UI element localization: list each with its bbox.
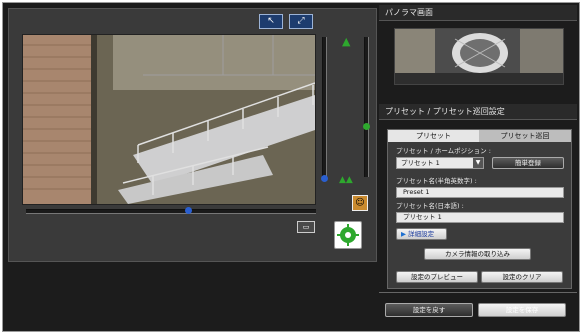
footer-divider [379, 292, 577, 293]
center-home-button[interactable] [334, 221, 362, 249]
preset-section-title: プリセット / プリセット巡回設定 [385, 107, 505, 116]
camera-image [23, 35, 315, 204]
zoom-out-icon[interactable]: ▲▲ [339, 175, 353, 185]
pan-slider[interactable] [26, 209, 316, 214]
quick-register-label: 簡単登録 [515, 159, 541, 167]
advanced-settings-button[interactable]: ▶ 詳細設定 [396, 228, 447, 240]
pointer-mode-button[interactable]: ↖ [259, 14, 283, 29]
zoom-slider-knob[interactable] [363, 123, 370, 130]
target-icon [337, 224, 359, 246]
triangle-right-icon: ▶ [401, 230, 406, 238]
app-frame: ↖ ⤢ ▲ ▲▲ ☺ ▭ パノラマ画面 プリセット / プリセット巡回設定 プリ… [2, 2, 580, 332]
advanced-settings-label: 詳細設定 [408, 230, 435, 238]
preset-section-header: プリセット / プリセット巡回設定 [379, 104, 577, 120]
save-settings-button: 設定を保存 [478, 303, 566, 317]
quick-register-button[interactable]: 簡単登録 [492, 157, 564, 169]
name-japanese-value: プリセット 1 [403, 213, 442, 221]
name-ascii-field[interactable]: Preset 1 [396, 187, 564, 198]
zoom-in-icon[interactable]: ▲ [342, 35, 350, 48]
home-position-label: プリセット / ホームポジション : [396, 147, 491, 155]
pan-slider-knob[interactable] [185, 207, 192, 214]
name-ascii-label: プリセット名(半角英数字) : [396, 177, 477, 185]
preset-camera-button[interactable]: ☺ [352, 195, 368, 211]
clear-label: 設定のクリア [502, 273, 542, 281]
preset-select-value: プリセット 1 [401, 159, 440, 167]
panorama-header: パノラマ画面 [379, 5, 577, 21]
zoom-slider[interactable] [364, 37, 369, 177]
preset-settings-panel: プリセット プリセット巡回 プリセット / ホームポジション : プリセット 1… [387, 129, 572, 289]
name-japanese-label: プリセット名(日本語) : [396, 202, 464, 210]
restore-settings-button[interactable]: 設定を戻す [385, 303, 473, 317]
panorama-image [395, 29, 563, 84]
preview-button[interactable]: 設定のプレビュー [396, 271, 478, 283]
person-icon: ☺ [355, 198, 365, 208]
fullscreen-button[interactable]: ▭ [297, 221, 315, 233]
preview-label: 設定のプレビュー [411, 273, 463, 281]
tab-preset[interactable]: プリセット [388, 130, 479, 142]
fullscreen-icon: ▭ [302, 223, 310, 231]
import-camera-info-label: カメラ情報の取り込み [445, 250, 510, 258]
preset-select[interactable]: プリセット 1 ▼ [396, 157, 484, 169]
camera-view[interactable] [22, 34, 316, 205]
restore-settings-label: 設定を戻す [412, 306, 446, 314]
import-camera-info-button[interactable]: カメラ情報の取り込み [424, 248, 531, 260]
panorama-title: パノラマ画面 [385, 8, 433, 17]
camera-viewer-panel: ↖ ⤢ ▲ ▲▲ ☺ ▭ [8, 8, 377, 262]
tab-preset-tour[interactable]: プリセット巡回 [479, 130, 571, 142]
tilt-slider-knob[interactable] [321, 175, 328, 182]
zoom-area-button[interactable]: ⤢ [289, 14, 313, 29]
cursor-icon: ↖ [267, 16, 275, 26]
name-ascii-value: Preset 1 [403, 188, 430, 196]
clear-button[interactable]: 設定のクリア [481, 271, 563, 283]
chevron-down-icon: ▼ [473, 158, 483, 168]
tab-preset-label: プリセット [416, 132, 451, 140]
save-settings-label: 設定を保存 [505, 306, 539, 314]
panorama-view[interactable] [394, 28, 564, 85]
name-japanese-field[interactable]: プリセット 1 [396, 212, 564, 223]
tab-preset-tour-label: プリセット巡回 [500, 132, 550, 140]
zoom-area-icon: ⤢ [297, 16, 305, 26]
tilt-slider[interactable] [322, 37, 327, 177]
